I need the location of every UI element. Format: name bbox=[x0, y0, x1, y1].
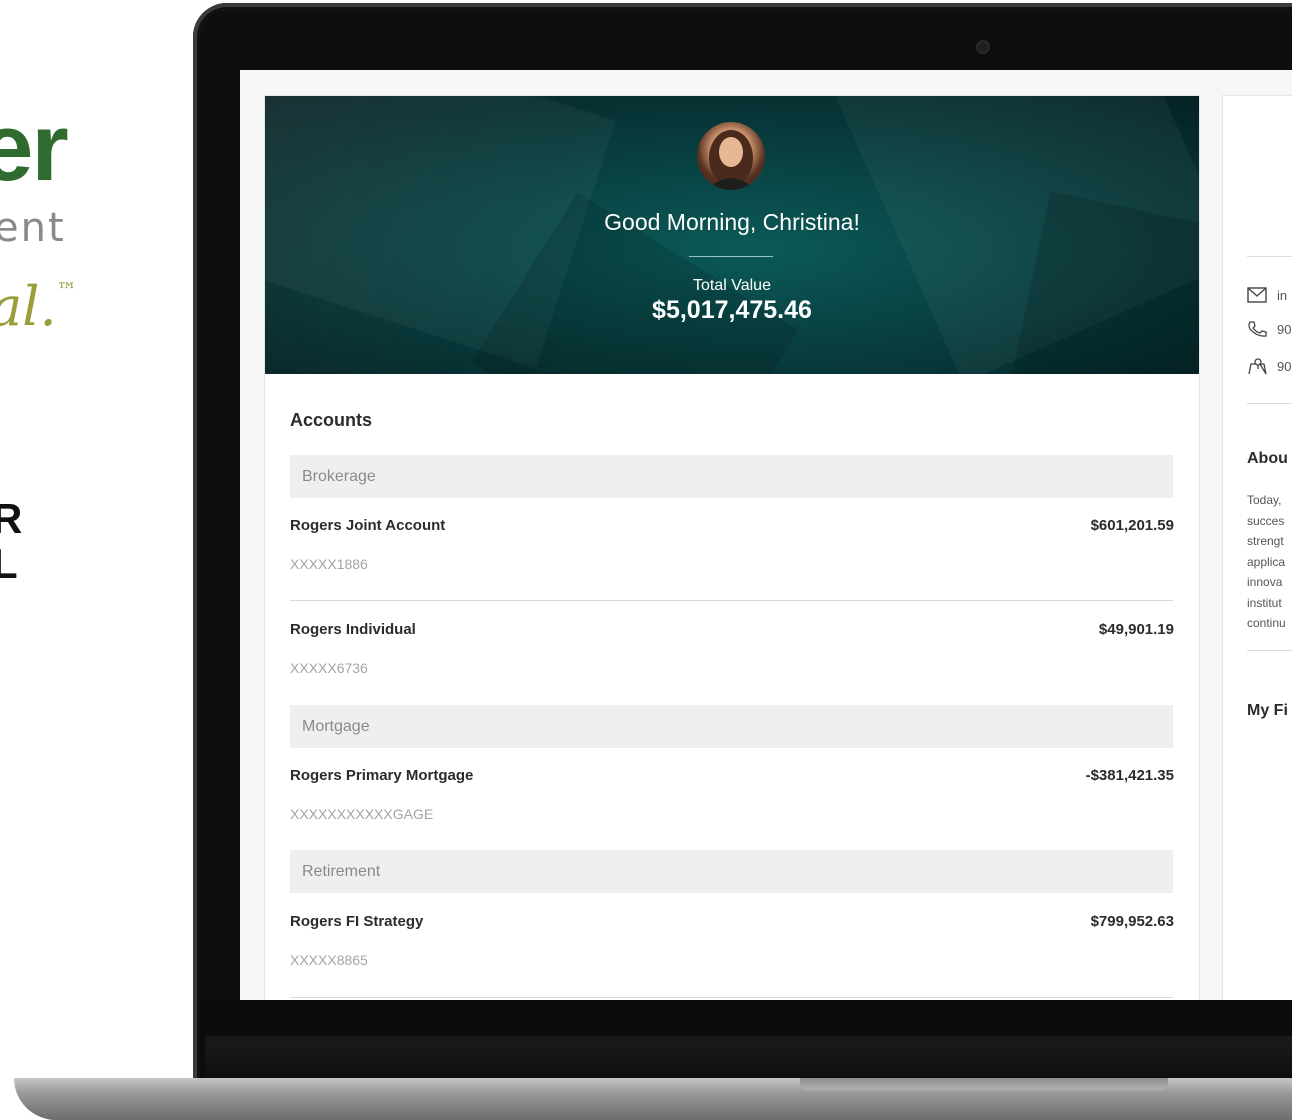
total-value-label: Total Value bbox=[693, 277, 771, 294]
account-name-rogers-fi-strategy[interactable]: Rogers FI Strategy bbox=[290, 913, 423, 930]
total-value-amount: $5,017,475.46 bbox=[652, 296, 812, 324]
greeting-text: Good Morning, Christina! bbox=[604, 209, 860, 235]
advisor-divider bbox=[1247, 403, 1292, 404]
brand-heading-line-2: L bbox=[0, 540, 18, 587]
about-text: Today, succes strengt applica innova ins… bbox=[1247, 490, 1286, 634]
about-line: Today, bbox=[1247, 493, 1282, 507]
advisor-phone[interactable]: 90 bbox=[1247, 319, 1291, 339]
account-divider bbox=[290, 997, 1173, 998]
account-number-rogers-mortgage: XXXXXXXXXXXGAGE bbox=[290, 806, 434, 822]
avatar-portrait bbox=[707, 130, 755, 190]
advisor-address-text: 90 bbox=[1277, 358, 1292, 374]
brand-wordmark: er bbox=[0, 94, 69, 201]
brand-tagline-text: al. bbox=[0, 275, 57, 338]
account-balance-rogers-individual: $49,901.19 bbox=[1098, 621, 1174, 638]
account-number-rogers-individual: XXXXX6736 bbox=[290, 660, 368, 676]
advisor-divider bbox=[1247, 256, 1292, 257]
account-balance-rogers-mortgage: -$381,421.35 bbox=[1085, 767, 1174, 784]
laptop-opening-notch bbox=[800, 1078, 1168, 1090]
location-icon bbox=[1248, 358, 1267, 375]
brand-subtitle: ent bbox=[0, 205, 66, 251]
advisor-divider bbox=[1247, 650, 1292, 651]
bezel-hinge-strip bbox=[205, 1036, 1292, 1076]
trademark-mark: ™ bbox=[56, 278, 77, 302]
brand-tagline: al.™ bbox=[0, 280, 77, 334]
account-number-rogers-fi-strategy: XXXXX8865 bbox=[290, 952, 368, 968]
about-line: institut bbox=[1247, 595, 1282, 610]
account-group-retirement[interactable]: Retirement bbox=[290, 850, 1173, 893]
account-group-mortgage[interactable]: Mortgage bbox=[290, 705, 1173, 748]
greeting-divider bbox=[689, 256, 773, 257]
account-number-rogers-joint: XXXXX1886 bbox=[290, 556, 368, 572]
advisor-phone-text: 90 bbox=[1277, 321, 1292, 337]
advisor-address[interactable]: 90 bbox=[1247, 356, 1291, 376]
account-divider bbox=[290, 600, 1173, 601]
advisor-email[interactable]: in bbox=[1247, 285, 1287, 305]
phone-icon bbox=[1248, 321, 1267, 337]
about-line: continu bbox=[1247, 616, 1286, 630]
about-line: innova bbox=[1247, 575, 1283, 589]
laptop-screen: Good Morning, Christina! Total Value $5,… bbox=[240, 70, 1292, 1000]
account-group-brokerage[interactable]: Brokerage bbox=[290, 455, 1173, 498]
about-heading: Abou bbox=[1247, 450, 1288, 467]
webcam bbox=[978, 42, 988, 52]
welcome-banner: Good Morning, Christina! Total Value $5,… bbox=[265, 96, 1199, 374]
account-name-rogers-mortgage[interactable]: Rogers Primary Mortgage bbox=[290, 767, 473, 784]
about-line: succes bbox=[1247, 513, 1285, 528]
account-balance-rogers-joint: $601,201.59 bbox=[1090, 517, 1174, 534]
account-balance-rogers-fi-strategy: $799,952.63 bbox=[1090, 913, 1174, 930]
about-line: strengt bbox=[1247, 534, 1284, 548]
advisor-card: in 90 90 Abou Today, succes strengt appl… bbox=[1222, 95, 1292, 1000]
dashboard-card: Good Morning, Christina! Total Value $5,… bbox=[264, 95, 1200, 1000]
my-fi-heading: My Fi bbox=[1247, 702, 1288, 719]
account-name-rogers-individual[interactable]: Rogers Individual bbox=[290, 621, 416, 638]
mail-icon bbox=[1247, 287, 1267, 303]
brand-heading-line-1: R bbox=[0, 495, 23, 542]
about-line: applica bbox=[1247, 554, 1286, 569]
advisor-email-text: in bbox=[1277, 287, 1288, 303]
user-avatar[interactable] bbox=[697, 122, 765, 190]
accounts-heading: Accounts bbox=[290, 410, 373, 430]
account-name-rogers-joint[interactable]: Rogers Joint Account bbox=[290, 517, 445, 534]
